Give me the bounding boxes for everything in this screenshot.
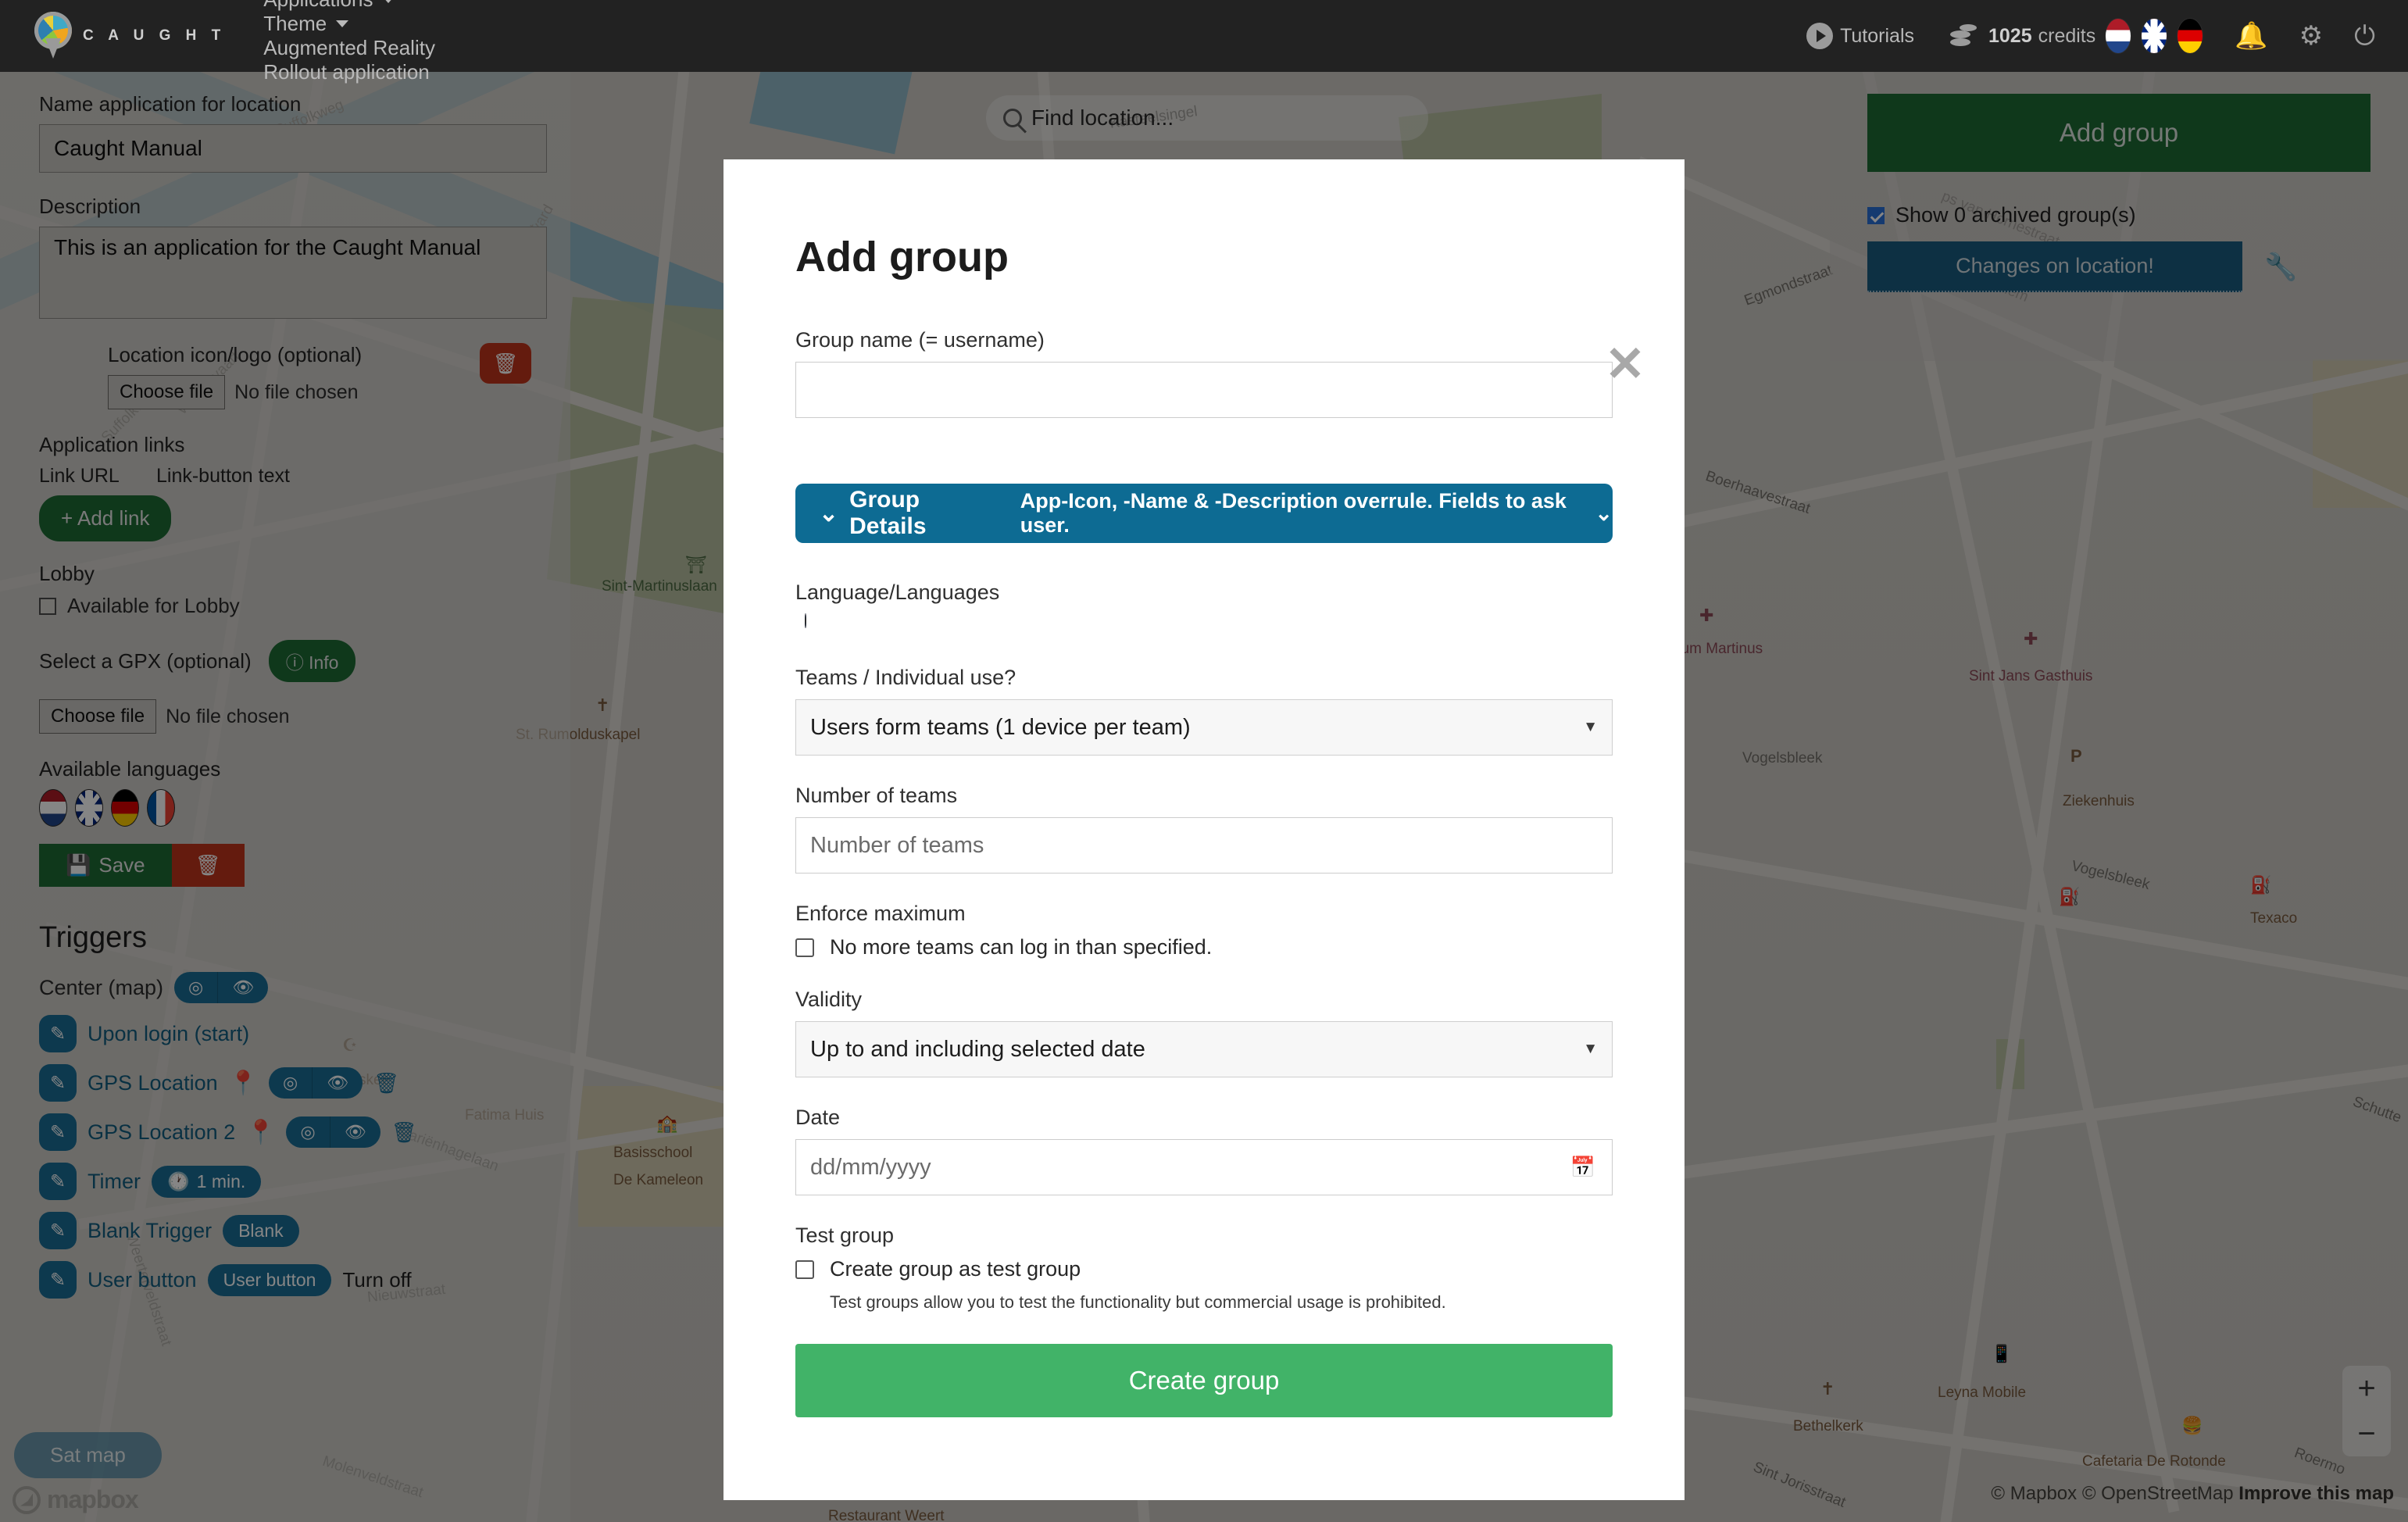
chevron-down-icon: ▼	[1583, 1041, 1598, 1058]
validity-select[interactable]: Up to and including selected date ▼	[795, 1021, 1613, 1077]
add-group-modal: ✕ Add group Group name (= username) ⌄ Gr…	[723, 159, 1685, 1500]
credits-word: credits	[2038, 25, 2096, 48]
brand-name: C A U G H T	[83, 27, 226, 45]
nav-link-rollout-application[interactable]: Rollout application	[263, 60, 435, 84]
date-label: Date	[795, 1106, 1613, 1130]
bell-icon[interactable]: 🔔	[2235, 23, 2267, 49]
nav-link-label: Rollout application	[263, 60, 429, 84]
test-group-checkbox[interactable]	[795, 1260, 814, 1279]
test-group-checkbox-label: Create group as test group	[830, 1257, 1081, 1281]
modal-title: Add group	[795, 233, 1613, 281]
group-name-input[interactable]	[795, 362, 1613, 418]
chevron-down-icon	[382, 0, 395, 3]
chevron-down-icon: ▼	[1583, 719, 1598, 736]
chevron-down-icon	[336, 20, 348, 27]
credits-indicator[interactable]: 1025 credits	[1950, 23, 2095, 49]
create-group-button[interactable]: Create group	[795, 1344, 1613, 1417]
power-icon[interactable]: ⏻	[2354, 23, 2375, 49]
tutorials-label: Tutorials	[1840, 25, 1914, 48]
enforce-maximum-label: Enforce maximum	[795, 902, 1613, 926]
validity-value: Up to and including selected date	[810, 1037, 1145, 1063]
date-input[interactable]	[795, 1139, 1613, 1195]
test-group-label: Test group	[795, 1224, 1613, 1248]
play-icon	[1806, 23, 1833, 49]
navbar-right: Tutorials 1025 credits 🔔 ⚙ ⏻	[1770, 18, 2408, 54]
calendar-icon[interactable]: 📅	[1570, 1156, 1595, 1180]
tutorials-button[interactable]: Tutorials	[1806, 23, 1914, 49]
top-navbar: C A U G H T ApplicationsThemeAugmented R…	[0, 0, 2408, 72]
gear-icon[interactable]: ⚙	[2299, 23, 2323, 49]
caught-pin-logo-icon	[34, 12, 72, 60]
group-details-accordion[interactable]: ⌄ Group Details App-Icon, -Name & -Descr…	[795, 484, 1613, 543]
credits-value: 1025	[1988, 25, 2032, 48]
navbar-flag-uk[interactable]	[2141, 18, 2167, 54]
teams-individual-select[interactable]: Users form teams (1 device per team) ▼	[795, 699, 1613, 756]
nav-link-augmented-reality[interactable]: Augmented Reality	[263, 36, 435, 60]
test-group-hint: Test groups allow you to test the functi…	[830, 1292, 1613, 1313]
nav-link-theme[interactable]: Theme	[263, 12, 435, 36]
group-name-label: Group name (= username)	[795, 328, 1613, 352]
nav-link-label: Theme	[263, 12, 327, 36]
group-details-subtitle: App-Icon, -Name & -Description overrule.…	[1020, 489, 1584, 538]
enforce-maximum-checkbox[interactable]	[795, 938, 814, 957]
navbar-flag-nl[interactable]	[2105, 18, 2131, 54]
nav-link-applications[interactable]: Applications	[263, 0, 435, 12]
navbar-flag-de[interactable]	[2177, 18, 2203, 54]
nav-link-label: Augmented Reality	[263, 36, 435, 60]
close-icon[interactable]: ✕	[1605, 341, 1645, 389]
enforce-maximum-checkbox-label: No more teams can log in than specified.	[830, 935, 1212, 959]
group-details-title: Group Details	[849, 487, 992, 540]
modal-language-flag-uk[interactable]	[805, 613, 806, 628]
teams-individual-label: Teams / Individual use?	[795, 666, 1613, 690]
number-of-teams-label: Number of teams	[795, 784, 1613, 808]
chevron-down-icon: ⌄	[819, 500, 838, 527]
brand-logo[interactable]: C A U G H T	[34, 12, 226, 60]
teams-individual-value: Users form teams (1 device per team)	[810, 715, 1191, 741]
nav-link-label: Applications	[263, 0, 373, 12]
validity-label: Validity	[795, 988, 1613, 1012]
language-label: Language/Languages	[795, 581, 1613, 605]
coins-icon	[1950, 23, 1980, 49]
nav-links: ApplicationsThemeAugmented RealityRollou…	[226, 0, 435, 84]
chevron-down-icon-2: ⌄	[1595, 502, 1613, 526]
number-of-teams-input[interactable]	[795, 817, 1613, 874]
